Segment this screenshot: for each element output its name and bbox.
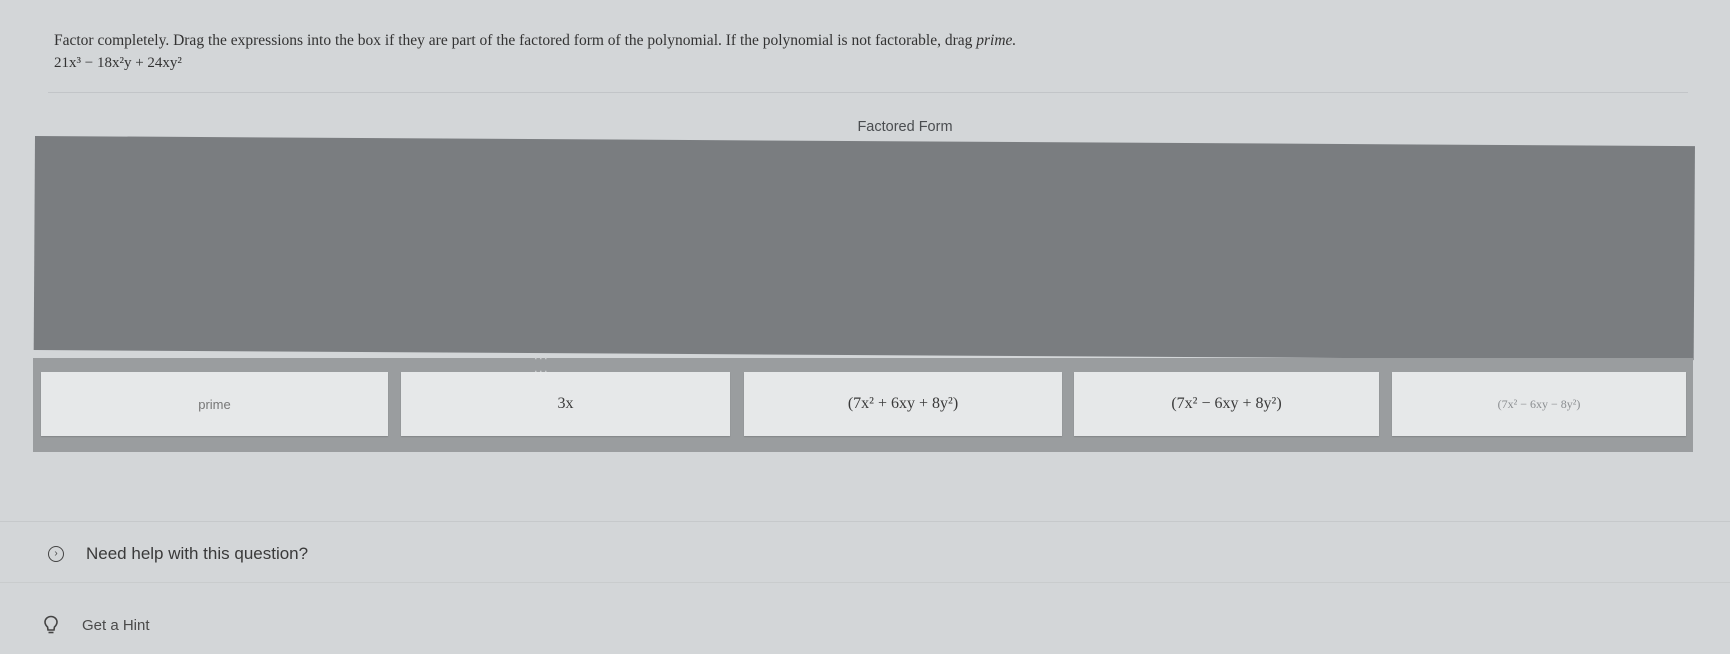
question-instructions: Factor completely. Drag the expressions … xyxy=(54,32,1017,49)
answer-tile-prime[interactable]: prime xyxy=(41,372,388,436)
question-prompt: Factor completely. Drag the expressions … xyxy=(54,32,1674,72)
divider xyxy=(48,92,1688,93)
factored-form-drop-zone[interactable] xyxy=(33,136,1695,361)
lightbulb-icon xyxy=(40,614,62,636)
get-hint-label: Get a Hint xyxy=(82,616,150,634)
answer-tile-3x[interactable]: 3x xyxy=(401,372,730,436)
polynomial-expression: 21x³ − 18x²y + 24xy² xyxy=(54,55,182,71)
chevron-right-circle-icon: › xyxy=(48,546,64,562)
divider xyxy=(0,582,1730,583)
get-hint-button[interactable]: Get a Hint xyxy=(40,614,150,636)
factored-form-title: Factored Form xyxy=(857,119,953,135)
answer-tile-minus-minus-trinomial[interactable]: (7x² − 6xy − 8y²) xyxy=(1392,372,1686,436)
answer-tile-plus-trinomial[interactable]: (7x² + 6xy + 8y²) xyxy=(744,372,1062,436)
need-help-toggle[interactable]: › Need help with this question? xyxy=(48,544,308,564)
divider xyxy=(0,521,1730,522)
answer-tile-minus-plus-trinomial[interactable]: (7x² − 6xy + 8y²) xyxy=(1074,372,1379,436)
need-help-label: Need help with this question? xyxy=(86,544,309,563)
